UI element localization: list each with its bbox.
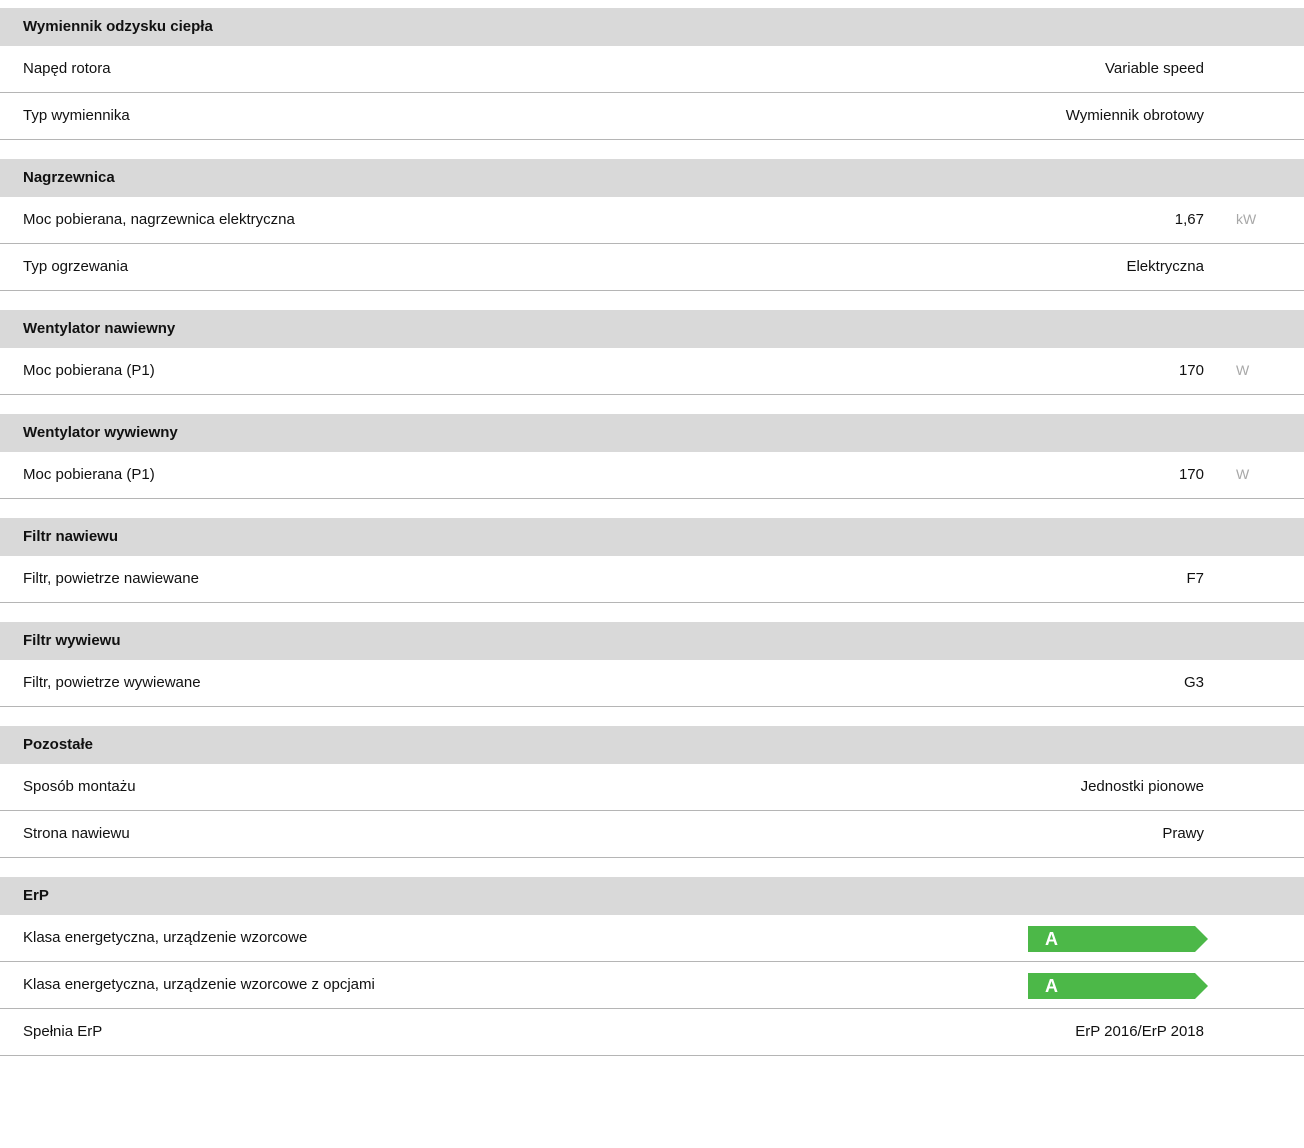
spec-section: ErP Klasa energetyczna, urządzenie wzorco…	[0, 877, 1304, 1056]
spec-row: Klasa energetyczna, urządzenie wzorcowe …	[0, 962, 1304, 1009]
spec-value: F7	[1186, 570, 1204, 587]
spec-label: Moc pobierana, nagrzewnica elektryczna	[23, 211, 295, 228]
spec-value: Variable speed	[1105, 60, 1204, 77]
spec-section: Wymiennik odzysku ciepła Napęd rotora Vari…	[0, 8, 1304, 140]
spec-label: Spełnia ErP	[23, 1023, 103, 1040]
spec-label: Filtr, powietrze nawiewane	[23, 570, 199, 587]
spec-label: Moc pobierana (P1)	[23, 362, 155, 379]
spec-unit: kW	[1236, 211, 1257, 227]
section-header: Wentylator wywiewny	[0, 414, 1304, 452]
spec-value: 170	[1178, 466, 1204, 483]
energy-class-badge: A	[1028, 926, 1208, 952]
section-header: ErP	[0, 877, 1304, 915]
spec-value: 170	[1178, 362, 1204, 379]
spec-section: Wentylator nawiewny Moc pobierana (P1) 170…	[0, 310, 1304, 395]
spec-row: Sposób montażu Jednostki pionowe	[0, 764, 1304, 811]
spec-section: Filtr wywiewu Filtr, powietrze wywiewane G…	[0, 622, 1304, 707]
spec-unit: W	[1236, 362, 1250, 378]
spec-label: Moc pobierana (P1)	[23, 466, 155, 483]
spec-value: Wymiennik obrotowy	[1065, 107, 1204, 124]
spec-value: Prawy	[1162, 825, 1204, 842]
spec-row: Typ ogrzewania Elektryczna	[0, 244, 1304, 291]
spec-value: G3	[1183, 674, 1204, 691]
spec-row: Moc pobierana (P1) 170 W	[0, 348, 1304, 395]
spec-label: Typ wymiennika	[23, 107, 130, 124]
section-header: Pozostałe	[0, 726, 1304, 764]
section-header: Wentylator nawiewny	[0, 310, 1304, 348]
spec-label: Klasa energetyczna, urządzenie wzorcowe …	[23, 976, 375, 993]
spec-row: Klasa energetyczna, urządzenie wzorcowe A	[0, 915, 1304, 962]
section-header: Filtr nawiewu	[0, 518, 1304, 556]
spec-label: Klasa energetyczna, urządzenie wzorcowe	[23, 929, 308, 946]
spec-section: Pozostałe Sposób montażu Jednostki pionowe…	[0, 726, 1304, 858]
spec-row: Typ wymiennika Wymiennik obrotowy	[0, 93, 1304, 140]
spec-value: Elektryczna	[1126, 258, 1204, 275]
spec-row: Filtr, powietrze nawiewane F7	[0, 556, 1304, 603]
spec-row: Strona nawiewu Prawy	[0, 811, 1304, 858]
spec-label: Typ ogrzewania	[23, 258, 129, 275]
spec-label: Napęd rotora	[23, 60, 111, 77]
spec-row: Moc pobierana (P1) 170 W	[0, 452, 1304, 499]
spec-row: Spełnia ErP ErP 2016/ErP 2018	[0, 1009, 1304, 1056]
energy-class-badge: A	[1028, 973, 1208, 999]
spec-unit: W	[1236, 466, 1250, 482]
energy-class-letter: A	[1045, 929, 1058, 949]
section-header: Wymiennik odzysku ciepła	[0, 8, 1304, 46]
spec-value: Jednostki pionowe	[1080, 778, 1204, 795]
energy-class-letter: A	[1045, 976, 1058, 996]
spec-row: Napęd rotora Variable speed	[0, 46, 1304, 93]
spec-row: Filtr, powietrze wywiewane G3	[0, 660, 1304, 707]
spec-label: Filtr, powietrze wywiewane	[23, 674, 201, 691]
spec-value: 1,67	[1174, 211, 1204, 228]
spec-label: Sposób montażu	[23, 778, 136, 795]
spec-section: Nagrzewnica Moc pobierana, nagrzewnica el…	[0, 159, 1304, 291]
section-header: Nagrzewnica	[0, 159, 1304, 197]
spec-sheet: Wymiennik odzysku ciepła Napęd rotora Vari…	[0, 0, 1304, 1056]
spec-label: Strona nawiewu	[23, 825, 130, 842]
spec-section: Filtr nawiewu Filtr, powietrze nawiewane F…	[0, 518, 1304, 603]
section-header: Filtr wywiewu	[0, 622, 1304, 660]
spec-section: Wentylator wywiewny Moc pobierana (P1) 170…	[0, 414, 1304, 499]
spec-row: Moc pobierana, nagrzewnica elektryczna 1,…	[0, 197, 1304, 244]
spec-value: ErP 2016/ErP 2018	[1075, 1023, 1204, 1040]
